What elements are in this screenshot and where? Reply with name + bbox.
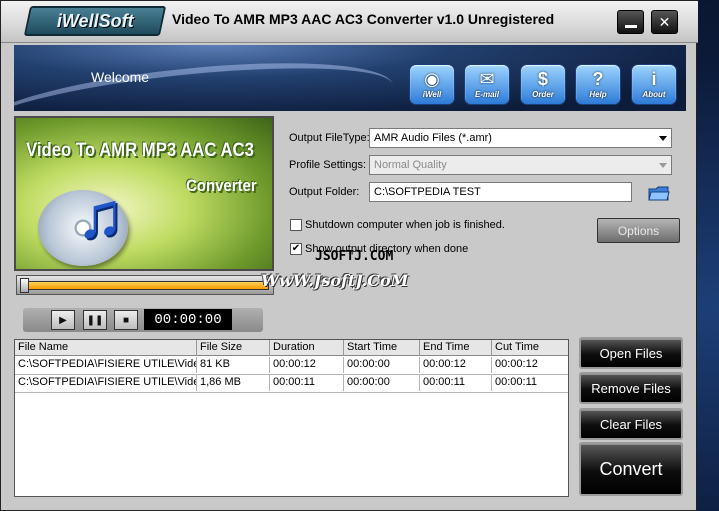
column-header-start-time[interactable]: Start Time — [344, 340, 420, 356]
chevron-down-icon — [659, 163, 667, 168]
question-icon: ? — [592, 69, 604, 89]
column-header-file-name[interactable]: File Name — [15, 340, 197, 356]
pause-button[interactable]: ❚❚ — [83, 310, 107, 330]
dollar-icon: $ — [537, 69, 548, 89]
cell-file-name: C:\SOFTPEDIA\FISIERE UTILE\Vide — [15, 357, 197, 373]
cell-cut-time: 00:00:11 — [492, 375, 568, 391]
cell-duration: 00:00:12 — [270, 357, 344, 373]
column-header-file-size[interactable]: File Size — [197, 340, 270, 356]
time-display: 00:00:00 — [144, 309, 232, 330]
about-button[interactable]: i About — [631, 64, 677, 105]
welcome-text: Welcome — [91, 69, 150, 85]
preview-subtitle: Converter — [186, 176, 257, 195]
cell-cut-time: 00:00:12 — [492, 357, 568, 373]
show-output-dir-checkbox[interactable]: ✔ — [290, 243, 302, 255]
profile-settings-value: Normal Quality — [374, 159, 447, 171]
email-label: E-mail — [474, 90, 499, 99]
checkmark-icon: ✔ — [291, 243, 301, 254]
watermark-url: WwW.JsoftJ.CoM — [261, 271, 409, 290]
minimize-button[interactable] — [617, 10, 644, 34]
brand-logo-text: iWellSoft — [56, 10, 134, 31]
title-bar[interactable]: iWellSoft Video To AMR MP3 AAC AC3 Conve… — [1, 1, 698, 43]
info-icon: i — [651, 69, 657, 89]
table-row[interactable]: C:\SOFTPEDIA\FISIERE UTILE\Vide 81 KB 00… — [15, 357, 568, 375]
cell-end-time: 00:00:12 — [420, 357, 492, 373]
column-header-cut-time[interactable]: Cut Time — [492, 340, 568, 356]
shutdown-checkbox[interactable] — [290, 219, 302, 231]
seek-track — [21, 281, 269, 290]
cell-duration: 00:00:11 — [270, 375, 344, 391]
stop-button[interactable]: ■ — [114, 310, 138, 330]
cell-file-size: 1,86 MB — [197, 375, 270, 391]
iwell-button[interactable]: ◉ iWell — [409, 64, 455, 105]
app-window: iWellSoft Video To AMR MP3 AAC AC3 Conve… — [0, 0, 698, 511]
profile-settings-select[interactable]: Normal Quality — [369, 155, 672, 175]
profile-settings-label: Profile Settings: — [289, 159, 367, 171]
email-icon: ✉ — [479, 69, 495, 89]
cell-start-time: 00:00:00 — [344, 375, 420, 391]
pause-icon: ❚❚ — [86, 314, 104, 326]
iwell-label: iWell — [422, 90, 442, 99]
close-button[interactable]: ✕ — [651, 10, 678, 34]
seek-bar[interactable] — [16, 275, 274, 295]
about-label: About — [642, 90, 666, 99]
column-header-duration[interactable]: Duration — [270, 340, 344, 356]
output-filetype-label: Output FileType: — [289, 132, 370, 144]
file-table[interactable]: File Name File Size Duration Start Time … — [14, 339, 569, 497]
output-folder-value: C:\SOFTPEDIA TEST — [374, 186, 481, 198]
play-icon: ▶ — [59, 314, 67, 326]
column-header-end-time[interactable]: End Time — [420, 340, 492, 356]
cell-file-name: C:\SOFTPEDIA\FISIERE UTILE\Vide — [15, 375, 197, 391]
brand-logo: iWellSoft — [23, 6, 167, 36]
cell-end-time: 00:00:11 — [420, 375, 492, 391]
iwell-icon: ◉ — [424, 69, 440, 89]
close-icon: ✕ — [658, 13, 671, 30]
music-note-icon: ♫ — [76, 179, 124, 251]
chevron-down-icon — [659, 136, 667, 141]
play-button[interactable]: ▶ — [51, 310, 75, 330]
cell-file-size: 81 KB — [197, 357, 270, 373]
table-row[interactable]: C:\SOFTPEDIA\FISIERE UTILE\Vide 1,86 MB … — [15, 375, 568, 393]
order-button[interactable]: $ Order — [520, 64, 566, 105]
welcome-banner: Welcome ◉ iWell ✉ E-mail $ Order ? Help … — [14, 45, 686, 111]
output-filetype-select[interactable]: AMR Audio Files (*.amr) — [369, 128, 672, 148]
cell-start-time: 00:00:00 — [344, 357, 420, 373]
output-filetype-value: AMR Audio Files (*.amr) — [374, 132, 492, 144]
output-folder-input[interactable]: C:\SOFTPEDIA TEST — [369, 182, 632, 202]
table-header: File Name File Size Duration Start Time … — [15, 340, 568, 356]
remove-files-button[interactable]: Remove Files — [579, 372, 683, 404]
preview-title: Video To AMR MP3 AAC AC3 — [26, 140, 254, 161]
seek-progress — [22, 282, 268, 289]
browse-folder-icon[interactable] — [648, 183, 670, 203]
watermark-text: JSOFTJ.COM — [315, 249, 394, 264]
window-title: Video To AMR MP3 AAC AC3 Converter v1.0 … — [172, 11, 555, 27]
preview-panel: Video To AMR MP3 AAC AC3 Converter ♫ — [14, 116, 274, 271]
email-button[interactable]: ✉ E-mail — [464, 64, 510, 105]
options-button[interactable]: Options — [597, 218, 680, 243]
order-label: Order — [532, 90, 554, 99]
clear-files-button[interactable]: Clear Files — [579, 408, 683, 440]
shutdown-label: Shutdown computer when job is finished. — [305, 219, 505, 231]
open-files-button[interactable]: Open Files — [579, 337, 683, 369]
help-button[interactable]: ? Help — [575, 64, 621, 105]
convert-button[interactable]: Convert — [579, 442, 683, 496]
stop-icon: ■ — [122, 314, 130, 326]
help-label: Help — [589, 90, 607, 99]
output-folder-label: Output Folder: — [289, 186, 360, 198]
seek-handle[interactable] — [20, 278, 29, 293]
